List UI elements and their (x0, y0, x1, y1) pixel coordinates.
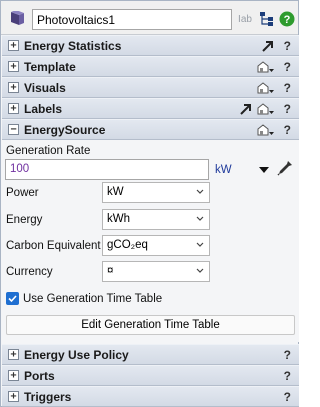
expand-toggle[interactable]: + (8, 40, 19, 51)
power-select[interactable]: kW (102, 182, 210, 203)
section-energy-source[interactable]: − EnergySource ? (2, 119, 299, 140)
section-energy-use-policy[interactable]: + Energy Use Policy ? (2, 344, 299, 365)
power-value: kW (107, 186, 124, 198)
expand-toggle[interactable]: + (8, 349, 19, 360)
help-button[interactable]: ? (284, 348, 291, 362)
energy-value: kWh (107, 213, 130, 225)
help-button[interactable]: ? (284, 102, 291, 116)
section-title: Template (24, 60, 76, 74)
help-button[interactable]: ? (284, 81, 291, 95)
section-title: Energy Statistics (24, 39, 122, 53)
template-icon[interactable] (257, 81, 275, 95)
help-button[interactable]: ? (284, 60, 291, 74)
energy-label: Energy (6, 214, 43, 226)
expand-toggle[interactable]: + (8, 370, 19, 381)
section-title: Ports (24, 369, 55, 383)
help-icon[interactable]: ? (279, 11, 295, 27)
edit-generation-time-table-button[interactable]: Edit Generation Time Table (6, 315, 295, 335)
use-generation-time-table-checkbox[interactable] (6, 292, 19, 305)
carbon-equivalent-label: Carbon Equivalent (6, 240, 101, 252)
template-icon[interactable] (257, 123, 275, 137)
help-button[interactable]: ? (284, 390, 291, 404)
section-title: Energy Use Policy (24, 348, 129, 362)
section-title: Labels (24, 102, 63, 116)
energy-select[interactable]: kWh (102, 209, 210, 230)
dropdown-arrow-icon[interactable] (259, 166, 269, 174)
section-labels[interactable]: + Labels ? (2, 98, 299, 119)
object-name-input[interactable] (32, 9, 232, 30)
svg-text:?: ? (284, 14, 291, 26)
carbon-equivalent-value: gCO₂eq (107, 239, 148, 251)
help-button[interactable]: ? (284, 123, 291, 137)
section-visuals[interactable]: + Visuals ? (2, 77, 299, 98)
template-icon[interactable] (257, 60, 275, 74)
chevron-down-icon (196, 242, 204, 247)
eyedropper-icon[interactable] (277, 160, 293, 176)
currency-label: Currency (6, 266, 53, 278)
generation-rate-label: Generation Rate (6, 145, 91, 157)
help-button[interactable]: ? (284, 369, 291, 383)
help-button[interactable]: ? (284, 39, 291, 53)
panel-header: Iab ? (1, 1, 298, 35)
pointer-arrow-icon[interactable] (261, 39, 275, 53)
carbon-equivalent-select[interactable]: gCO₂eq (102, 235, 210, 256)
currency-value: ¤ (107, 265, 114, 277)
label-tool-icon[interactable]: Iab (236, 11, 254, 27)
chevron-down-icon (196, 268, 204, 273)
currency-select[interactable]: ¤ (102, 261, 210, 282)
generation-rate-input[interactable]: 100 (5, 159, 209, 180)
section-ports[interactable]: + Ports ? (2, 365, 299, 386)
section-energy-statistics[interactable]: + Energy Statistics ? (2, 35, 299, 56)
expand-toggle[interactable]: + (8, 82, 19, 93)
use-generation-time-table-label: Use Generation Time Table (23, 293, 163, 305)
power-label: Power (6, 187, 39, 199)
generation-rate-unit: kW (215, 164, 232, 176)
section-template[interactable]: + Template ? (2, 56, 299, 77)
expand-toggle[interactable]: + (8, 61, 19, 72)
photovoltaics-object-icon (11, 11, 24, 25)
tree-view-icon[interactable] (259, 11, 275, 27)
properties-panel: Iab ? + Energy Statistics ? + Template ? (0, 0, 299, 407)
chevron-down-icon (196, 189, 204, 194)
expand-toggle[interactable]: + (8, 391, 19, 402)
collapse-toggle[interactable]: − (8, 124, 19, 135)
section-title: Triggers (24, 390, 72, 404)
section-triggers[interactable]: + Triggers ? (2, 386, 299, 407)
chevron-down-icon (196, 216, 204, 221)
template-icon[interactable] (257, 102, 275, 116)
section-title: Visuals (24, 81, 66, 95)
checkmark-icon (8, 295, 17, 303)
pointer-arrow-icon[interactable] (239, 102, 253, 116)
expand-toggle[interactable]: + (8, 103, 19, 114)
section-title: EnergySource (24, 123, 106, 137)
